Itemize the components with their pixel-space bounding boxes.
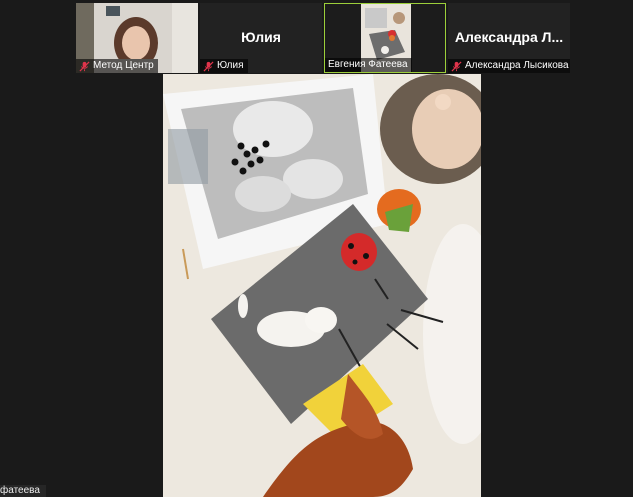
participant-name: Евгения Фатеева [328, 59, 408, 70]
participant-big-name: Александра Л... [454, 29, 564, 45]
participant-name: Юлия [217, 60, 244, 71]
mic-muted-icon [79, 60, 90, 72]
participant-name-bar: Александра Лысикова [448, 59, 570, 73]
participant-tile-yulia[interactable]: Юлия Юлия [200, 3, 322, 73]
video-frame [163, 74, 481, 497]
participant-big-name: Юлия [241, 29, 281, 45]
participant-strip: Метод Центр Юлия Юлия Евгения Фатеева Ал… [0, 0, 633, 74]
mic-muted-icon [451, 60, 462, 72]
participant-name: Метод Центр [93, 60, 154, 71]
participant-name-bar: Юлия [200, 59, 248, 73]
participant-name-bar: Метод Центр [76, 59, 158, 73]
participant-tile-metod[interactable]: Метод Центр [76, 3, 198, 73]
main-video [163, 74, 481, 497]
main-video-name-label: фатеева [0, 485, 46, 497]
participant-tile-alexandra[interactable]: Александра Л... Александра Лысикова [448, 3, 570, 73]
participant-name: Александра Лысикова [465, 60, 569, 71]
mic-muted-icon [203, 60, 214, 72]
participant-name-bar: Евгения Фатеева [325, 58, 412, 72]
participant-tile-evgenia[interactable]: Евгения Фатеева [324, 3, 446, 73]
